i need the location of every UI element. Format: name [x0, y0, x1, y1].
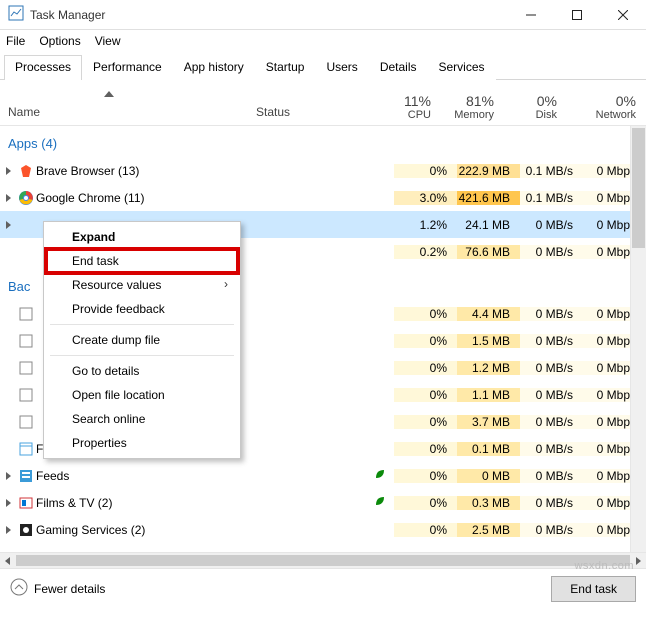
expand-icon[interactable] [0, 526, 16, 534]
column-header-row: Name Status 11% CPU 81% Memory 0% Disk 0… [0, 80, 646, 126]
close-button[interactable] [600, 0, 646, 30]
process-row-films-tv[interactable]: Films & TV (2) 0% 0.3 MB 0 MB/s 0 Mbps [0, 489, 646, 516]
footer-bar: Fewer details End task [0, 568, 646, 608]
ctx-open-location[interactable]: Open file location [46, 383, 238, 407]
app-icon [8, 5, 24, 24]
process-name: Gaming Services (2) [36, 523, 306, 537]
horizontal-scrollbar[interactable] [0, 552, 646, 568]
films-icon [16, 496, 36, 510]
cpu-pct: 11% [378, 93, 431, 109]
watermark-text: wsxdn.com [574, 560, 634, 572]
feeds-icon [16, 469, 36, 483]
process-row-chrome[interactable]: Google Chrome (11) 3.0% 421.6 MB 0.1 MB/… [0, 184, 646, 211]
process-name: Brave Browser (13) [36, 164, 306, 178]
expand-icon[interactable] [0, 221, 16, 229]
tab-bar: Processes Performance App history Startu… [0, 54, 646, 80]
tab-performance[interactable]: Performance [82, 55, 173, 80]
ctx-feedback[interactable]: Provide feedback [46, 297, 238, 321]
sort-indicator-icon [104, 86, 114, 100]
group-apps: Apps (4) [0, 126, 646, 157]
column-disk[interactable]: 0% Disk [504, 89, 567, 125]
end-task-button[interactable]: End task [551, 576, 636, 602]
tab-services[interactable]: Services [428, 55, 496, 80]
ctx-search-online[interactable]: Search online [46, 407, 238, 431]
menu-separator [50, 324, 234, 325]
generic-app-icon [16, 307, 36, 321]
ctx-end-task[interactable]: End task [46, 249, 238, 273]
scroll-thumb[interactable] [16, 555, 630, 566]
minimize-button[interactable] [508, 0, 554, 30]
menu-separator [50, 355, 234, 356]
expand-icon[interactable] [0, 194, 16, 202]
process-name: Google Chrome (11) [36, 191, 306, 205]
process-name: Feeds [36, 469, 306, 483]
memory-pct: 81% [441, 93, 494, 109]
fewer-details-label: Fewer details [34, 582, 105, 596]
tab-users[interactable]: Users [315, 55, 368, 80]
menu-bar: File Options View [0, 30, 646, 52]
leaf-icon [374, 468, 386, 483]
menu-view[interactable]: View [95, 34, 121, 48]
chrome-icon [16, 190, 36, 206]
expand-icon[interactable] [0, 472, 16, 480]
ctx-properties[interactable]: Properties [46, 431, 238, 455]
expand-icon[interactable] [0, 499, 16, 507]
column-cpu[interactable]: 11% CPU [378, 89, 441, 125]
process-row-gaming[interactable]: Gaming Services (2) 0% 2.5 MB 0 MB/s 0 M… [0, 516, 646, 543]
fewer-details-toggle[interactable]: Fewer details [10, 578, 105, 599]
process-row-feeds[interactable]: Feeds 0% 0 MB 0 MB/s 0 Mbps [0, 462, 646, 489]
chevron-up-icon [10, 578, 28, 599]
process-row-brave[interactable]: Brave Browser (13) 0% 222.9 MB 0.1 MB/s … [0, 157, 646, 184]
ctx-go-details[interactable]: Go to details [46, 359, 238, 383]
ctx-resource-values[interactable]: Resource values [46, 273, 238, 297]
column-name[interactable]: Name [0, 105, 256, 125]
scroll-left-icon[interactable] [0, 553, 16, 568]
window-icon [16, 442, 36, 456]
process-name: Films & TV (2) [36, 496, 306, 510]
menu-file[interactable]: File [6, 34, 25, 48]
scroll-thumb[interactable] [632, 128, 645, 248]
context-menu: Expand End task Resource values Provide … [43, 221, 241, 459]
column-status[interactable]: Status [256, 105, 378, 125]
maximize-button[interactable] [554, 0, 600, 30]
generic-app-icon [16, 415, 36, 429]
network-pct: 0% [567, 93, 636, 109]
generic-app-icon [16, 334, 36, 348]
disk-pct: 0% [504, 93, 557, 109]
leaf-icon [374, 495, 386, 510]
tab-app-history[interactable]: App history [173, 55, 255, 80]
column-memory[interactable]: 81% Memory [441, 89, 504, 125]
menu-options[interactable]: Options [39, 34, 80, 48]
brave-icon [16, 163, 36, 179]
generic-app-icon [16, 388, 36, 402]
ctx-expand[interactable]: Expand [46, 225, 238, 249]
tab-processes[interactable]: Processes [4, 55, 82, 80]
expand-icon[interactable] [0, 167, 16, 175]
window-title: Task Manager [30, 8, 508, 22]
gaming-icon [16, 523, 36, 537]
tab-startup[interactable]: Startup [255, 55, 316, 80]
vertical-scrollbar[interactable] [630, 126, 646, 552]
tab-details[interactable]: Details [369, 55, 428, 80]
title-bar: Task Manager [0, 0, 646, 30]
generic-app-icon [16, 361, 36, 375]
column-network[interactable]: 0% Network [567, 89, 646, 125]
ctx-dump[interactable]: Create dump file [46, 328, 238, 352]
